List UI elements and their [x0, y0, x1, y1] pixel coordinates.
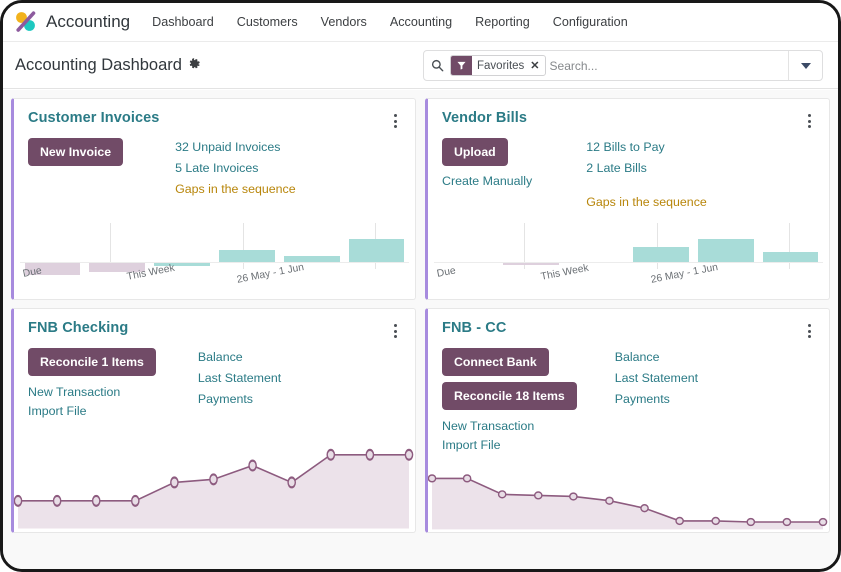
bar-tick-label-this-week: This Week [540, 262, 590, 283]
link-gaps-in-sequence[interactable]: Gaps in the sequence [586, 193, 707, 212]
card-title-fnb-checking[interactable]: FNB Checking [28, 320, 128, 336]
kebab-menu-icon[interactable] [801, 110, 817, 128]
bar-axis-labels: Due This Week 26 May - 1 Jun [20, 262, 409, 295]
bar-series [20, 206, 409, 275]
bar-tick-label-date-range: 26 May - 1 Jun [236, 262, 305, 286]
vendor-bills-bar-chart: Due This Week 26 May - 1 Jun [428, 213, 829, 299]
search-facet-label: Favorites [477, 59, 525, 72]
kebab-menu-icon[interactable] [387, 320, 403, 338]
fnb-checking-line-chart [14, 421, 415, 532]
link-last-statement[interactable]: Last Statement [198, 369, 281, 388]
bar-tick-label-this-week: This Week [126, 262, 176, 283]
bar-series [434, 219, 823, 265]
link-payments[interactable]: Payments [615, 390, 698, 409]
bar-axis-labels: Due This Week 26 May - 1 Jun [434, 262, 823, 295]
breadcrumb: Accounting Dashboard [15, 56, 201, 75]
card-body: Upload Create Manually 12 Bills to Pay 2… [428, 128, 829, 213]
card-title-vendor-bills[interactable]: Vendor Bills [442, 110, 527, 126]
kebab-menu-icon[interactable] [801, 320, 817, 338]
link-late-bills[interactable]: 2 Late Bills [586, 159, 707, 178]
link-unpaid-invoices[interactable]: 32 Unpaid Invoices [175, 138, 296, 157]
dashboard-grid: Customer Invoices New Invoice 32 Unpaid … [3, 90, 838, 569]
search-dropdown-toggle[interactable] [788, 51, 822, 80]
card-fnb-cc: FNB - CC Connect Bank Reconcile 18 Items… [425, 308, 830, 533]
menu-item-vendors[interactable]: Vendors [319, 11, 369, 33]
main-menu: Dashboard Customers Vendors Accounting R… [150, 11, 630, 33]
app-title: Accounting [46, 12, 131, 31]
search-facet-favorites[interactable]: Favorites ✕ [450, 55, 546, 76]
card-customer-invoices: Customer Invoices New Invoice 32 Unpaid … [11, 98, 416, 300]
link-bills-to-pay[interactable]: 12 Bills to Pay [586, 138, 707, 157]
card-body: Reconcile 1 Items New Transaction Import… [14, 338, 415, 421]
card-actions: Connect Bank Reconcile 18 Items New Tran… [442, 348, 577, 455]
card-links: Balance Last Statement Payments [198, 348, 281, 421]
menu-item-accounting[interactable]: Accounting [388, 11, 454, 33]
filter-funnel-icon [451, 56, 472, 75]
odoo-logo-icon[interactable] [13, 9, 39, 35]
bar-tick-label-date-range: 26 May - 1 Jun [650, 262, 719, 286]
link-import-file[interactable]: Import File [442, 436, 534, 455]
app-window: Accounting Dashboard Customers Vendors A… [0, 0, 841, 572]
card-title-customer-invoices[interactable]: Customer Invoices [28, 110, 159, 126]
chevron-down-icon [800, 62, 811, 69]
reconcile-items-button[interactable]: Reconcile 1 Items [28, 348, 156, 376]
card-body: Connect Bank Reconcile 18 Items New Tran… [428, 338, 829, 455]
reconcile-items-button[interactable]: Reconcile 18 Items [442, 382, 577, 410]
card-fnb-checking: FNB Checking Reconcile 1 Items New Trans… [11, 308, 416, 533]
link-gaps-in-sequence[interactable]: Gaps in the sequence [175, 180, 296, 199]
link-payments[interactable]: Payments [198, 390, 281, 409]
menu-item-configuration[interactable]: Configuration [551, 11, 630, 33]
link-import-file[interactable]: Import File [28, 402, 120, 421]
menu-item-reporting[interactable]: Reporting [473, 11, 532, 33]
kebab-menu-icon[interactable] [387, 110, 403, 128]
card-vendor-bills: Vendor Bills Upload Create Manually 12 B… [425, 98, 830, 300]
link-last-statement[interactable]: Last Statement [615, 369, 698, 388]
card-actions: Reconcile 1 Items New Transaction Import… [28, 348, 156, 421]
customer-invoices-bar-chart: Due This Week 26 May - 1 Jun [14, 200, 415, 299]
card-actions: New Invoice [28, 138, 124, 200]
connect-bank-button[interactable]: Connect Bank [442, 348, 549, 376]
menu-item-customers[interactable]: Customers [235, 11, 300, 33]
link-new-transaction[interactable]: New Transaction [442, 417, 534, 436]
card-body: New Invoice 32 Unpaid Invoices 5 Late In… [14, 128, 415, 200]
new-invoice-button[interactable]: New Invoice [28, 138, 124, 166]
control-panel: Accounting Dashboard Favorites ✕ Search.… [3, 42, 838, 89]
search-icon [424, 59, 450, 72]
card-header: Customer Invoices [14, 99, 415, 128]
link-late-invoices[interactable]: 5 Late Invoices [175, 159, 296, 178]
link-balance[interactable]: Balance [615, 348, 698, 367]
link-new-transaction[interactable]: New Transaction [28, 383, 120, 402]
card-header: FNB Checking [14, 309, 415, 338]
search-view[interactable]: Favorites ✕ [423, 50, 823, 81]
upload-button[interactable]: Upload [442, 138, 508, 166]
page-title: Accounting Dashboard [15, 55, 182, 74]
card-header: FNB - CC [428, 309, 829, 338]
card-actions: Upload Create Manually [442, 138, 532, 213]
bar-tick-label-due: Due [436, 265, 457, 280]
card-title-fnb-cc[interactable]: FNB - CC [442, 320, 506, 336]
card-links: 12 Bills to Pay 2 Late Bills Gaps in the… [586, 138, 707, 213]
card-header: Vendor Bills [428, 99, 829, 128]
close-icon[interactable]: ✕ [529, 59, 544, 72]
card-links: Balance Last Statement Payments [615, 348, 698, 455]
card-links: 32 Unpaid Invoices 5 Late Invoices Gaps … [175, 138, 296, 200]
search-input[interactable] [549, 58, 788, 73]
fnb-cc-line-chart [428, 455, 829, 532]
link-balance[interactable]: Balance [198, 348, 281, 367]
link-create-manually[interactable]: Create Manually [442, 172, 532, 191]
top-navbar: Accounting Dashboard Customers Vendors A… [3, 3, 838, 42]
bar-tick-label-due: Due [22, 265, 43, 280]
menu-item-dashboard[interactable]: Dashboard [150, 11, 216, 33]
gear-icon[interactable] [189, 58, 201, 72]
